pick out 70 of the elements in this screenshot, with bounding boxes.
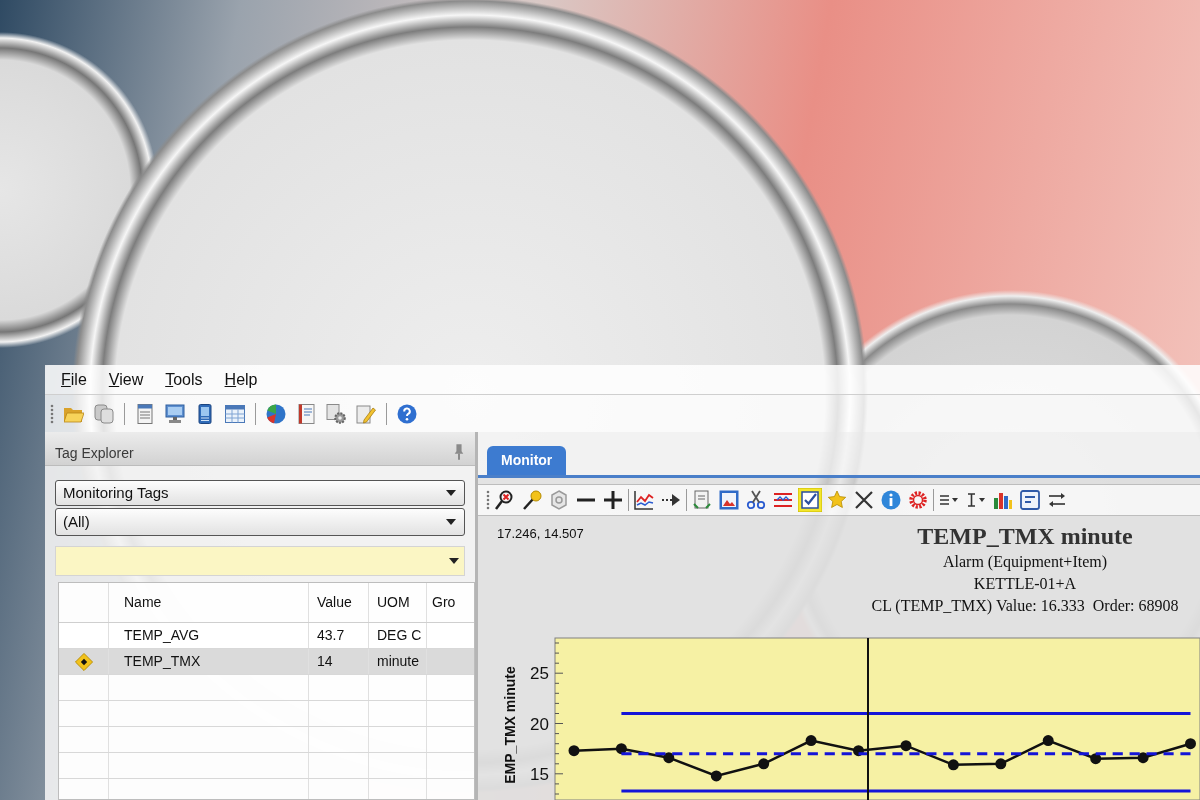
tab[interactable]: Monitor bbox=[487, 446, 567, 475]
card-icon[interactable] bbox=[1018, 488, 1042, 512]
chart-subtitle: CL (TEMP_TMX) Value: 16.333 Order: 68908 bbox=[871, 596, 1179, 617]
data-point bbox=[995, 758, 1007, 770]
y-axis-label: EMP_TMX minute bbox=[502, 666, 518, 784]
grip-icon bbox=[486, 490, 490, 510]
column-header: Gro bbox=[431, 593, 457, 612]
y-tick-label: 20 bbox=[530, 714, 549, 734]
line-chart-icon[interactable] bbox=[632, 488, 656, 512]
cursor-readout: 17.246, 14.507 bbox=[496, 525, 584, 542]
caret-icon bbox=[446, 490, 456, 496]
menu-item[interactable]: Help bbox=[224, 371, 258, 388]
menu-item[interactable]: View bbox=[108, 371, 144, 388]
chart-subtitle: KETTLE-01+A bbox=[973, 574, 1077, 594]
table-cell: 43.7 bbox=[309, 623, 369, 648]
tag-set-dropdown[interactable]: Monitoring Tags bbox=[55, 480, 465, 506]
document-icon[interactable] bbox=[135, 403, 155, 424]
chart-subtitle: Alarm (Equipment+Item) bbox=[942, 552, 1108, 573]
gear-document-icon[interactable] bbox=[326, 403, 346, 424]
caret-icon bbox=[449, 558, 459, 564]
monitor-icon[interactable] bbox=[165, 403, 185, 424]
data-point bbox=[900, 740, 912, 752]
table-icon[interactable] bbox=[225, 403, 245, 424]
caret-icon bbox=[446, 519, 456, 525]
pin-icon[interactable] bbox=[453, 444, 465, 460]
gear-icon[interactable] bbox=[906, 488, 930, 512]
menu-item[interactable]: Tools bbox=[165, 371, 203, 388]
help-icon[interactable] bbox=[397, 403, 417, 424]
picture-icon[interactable] bbox=[717, 488, 741, 512]
table-row[interactable]: TEMP_TMX 14 minute bbox=[59, 649, 474, 675]
data-point bbox=[615, 743, 627, 755]
document-arrows-icon[interactable] bbox=[690, 488, 714, 512]
tag-filter-dropdown[interactable]: (All) bbox=[55, 508, 465, 536]
filter-field[interactable] bbox=[55, 546, 465, 576]
scissors-icon[interactable] bbox=[744, 488, 768, 512]
report-icon[interactable] bbox=[296, 403, 316, 424]
data-point bbox=[1042, 735, 1054, 747]
grip-icon bbox=[50, 403, 54, 424]
data-point bbox=[710, 770, 722, 782]
data-point bbox=[805, 735, 817, 747]
column-header: Name bbox=[109, 583, 309, 622]
table-cell: DEG C bbox=[369, 623, 427, 648]
data-point bbox=[758, 758, 770, 770]
column-header: Value bbox=[309, 583, 369, 622]
pencil-document-icon[interactable] bbox=[356, 403, 376, 424]
info-icon[interactable] bbox=[879, 488, 903, 512]
column-header: UOM bbox=[369, 583, 427, 622]
y-tick-label: 25 bbox=[530, 664, 549, 684]
wand-icon[interactable] bbox=[520, 488, 544, 512]
data-point bbox=[853, 745, 864, 757]
data-point bbox=[568, 745, 580, 757]
data-point bbox=[1137, 752, 1149, 764]
handheld-icon[interactable] bbox=[195, 403, 215, 424]
copy-icon[interactable] bbox=[94, 403, 114, 424]
y-tick-label: 15 bbox=[530, 764, 549, 784]
table-cell: minute bbox=[369, 649, 427, 674]
checkbox-icon[interactable] bbox=[798, 488, 822, 512]
data-point bbox=[947, 759, 959, 771]
chart-title: TEMP_TMX minute bbox=[917, 522, 1133, 551]
table-row[interactable]: TEMP_AVG 43.7 DEG C bbox=[59, 623, 474, 649]
data-point bbox=[1185, 738, 1196, 750]
pie-chart-icon[interactable] bbox=[266, 403, 286, 424]
plus-icon[interactable] bbox=[601, 488, 625, 512]
data-point bbox=[1090, 753, 1102, 765]
menu-item[interactable]: File bbox=[61, 371, 87, 388]
table-cell: TEMP_TMX bbox=[109, 649, 309, 674]
data-point bbox=[663, 752, 675, 764]
table-cell: 14 bbox=[309, 649, 369, 674]
panel-title: Tag Explorer bbox=[55, 446, 134, 460]
table-cell: TEMP_AVG bbox=[109, 623, 309, 648]
